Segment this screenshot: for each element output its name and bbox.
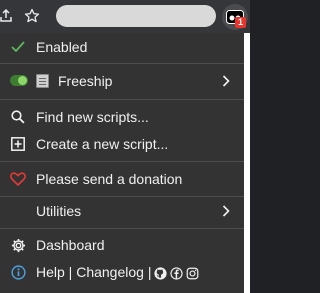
- help-changelog-item[interactable]: Help | Changelog |: [0, 258, 244, 286]
- divider: [0, 161, 244, 162]
- find-new-scripts-item[interactable]: Find new scripts...: [0, 103, 244, 131]
- share-icon[interactable]: [0, 4, 18, 28]
- browser-toolbar: 1: [0, 0, 250, 33]
- dashboard-item[interactable]: Dashboard: [0, 231, 244, 259]
- script-icon: [36, 74, 49, 88]
- bookmark-star-icon[interactable]: [20, 4, 44, 28]
- donation-item[interactable]: Please send a donation: [0, 165, 244, 193]
- divider: [0, 228, 244, 229]
- checkmark-icon: [10, 39, 26, 55]
- create-new-script-label: Create a new script...: [36, 136, 169, 152]
- info-icon: [10, 264, 26, 280]
- page-background: [244, 33, 250, 293]
- script-toggle-switch[interactable]: [10, 75, 28, 86]
- utilities-label: Utilities: [36, 203, 82, 219]
- help-changelog-label: Help | Changelog |: [36, 264, 199, 280]
- tampermonkey-popup-menu: Enabled Freeship Find new scripts... Cre…: [0, 33, 244, 293]
- extension-badge: 1: [235, 17, 246, 28]
- help-text: Help | Changelog |: [36, 264, 152, 280]
- plus-square-icon: [10, 136, 26, 152]
- instagram-icon[interactable]: [186, 267, 199, 280]
- gear-icon: [10, 237, 26, 253]
- donation-label: Please send a donation: [36, 171, 183, 187]
- find-new-scripts-label: Find new scripts...: [36, 109, 149, 125]
- enabled-toggle-item[interactable]: Enabled: [0, 33, 244, 61]
- script-name: Freeship: [58, 73, 113, 89]
- divider: [0, 63, 244, 64]
- search-icon: [10, 109, 26, 125]
- heart-icon: [10, 171, 26, 187]
- dashboard-label: Dashboard: [36, 237, 105, 253]
- create-new-script-item[interactable]: Create a new script...: [0, 130, 244, 158]
- github-icon[interactable]: [154, 267, 168, 280]
- address-bar[interactable]: [56, 5, 216, 27]
- enabled-label: Enabled: [36, 39, 88, 55]
- utilities-item[interactable]: Utilities: [0, 197, 244, 225]
- divider: [0, 99, 244, 100]
- script-item-freeship[interactable]: Freeship: [0, 67, 244, 95]
- chevron-right-icon: [220, 73, 232, 89]
- chevron-right-icon: [220, 203, 232, 219]
- facebook-icon[interactable]: [170, 267, 184, 280]
